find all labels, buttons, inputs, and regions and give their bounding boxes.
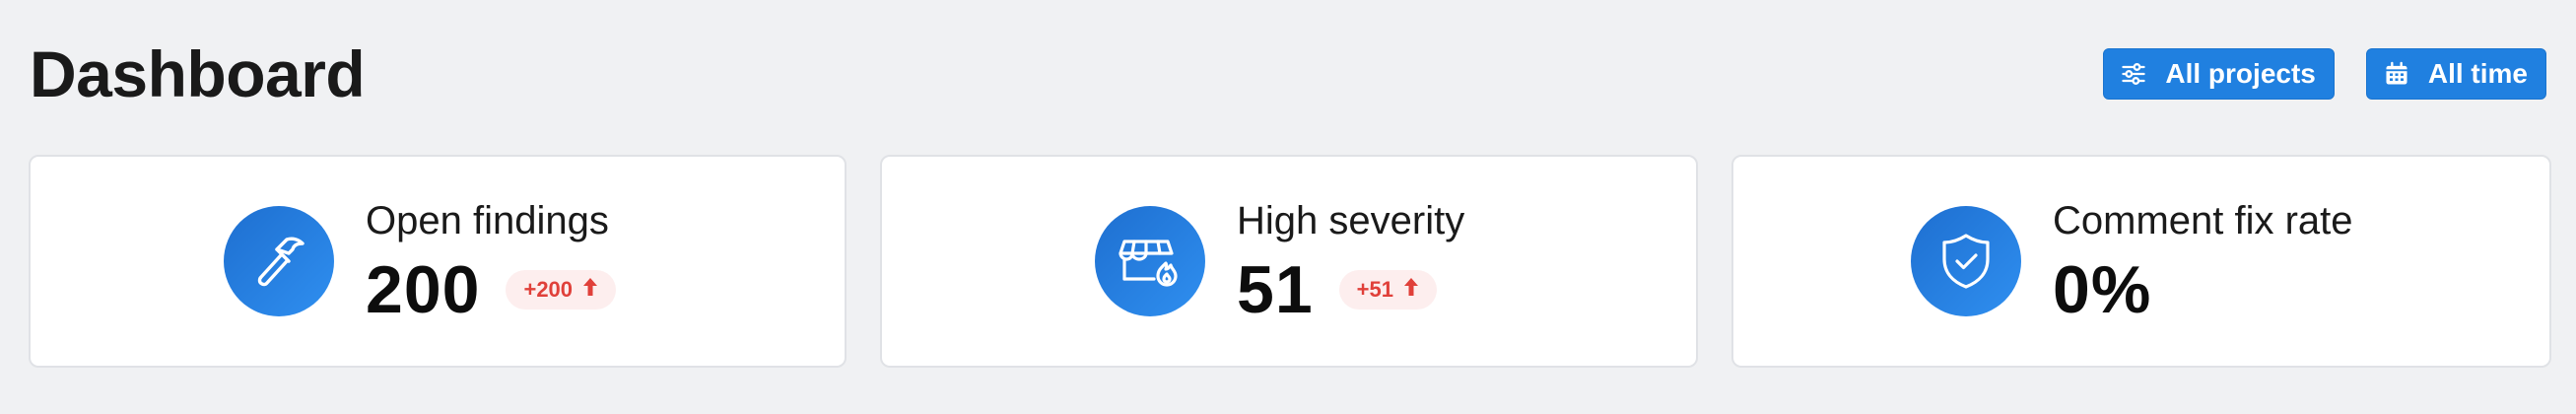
storefront-fire-icon xyxy=(1095,206,1205,316)
metric: High severity 51 +51 xyxy=(1237,199,1464,323)
arrow-up-icon xyxy=(1403,277,1419,303)
metric-value: 51 xyxy=(1237,252,1314,327)
high-severity-card[interactable]: High severity 51 +51 xyxy=(880,155,1698,368)
card-content: High severity 51 +51 xyxy=(1095,157,1464,366)
metric: Open findings 200 +200 xyxy=(366,199,617,327)
comment-fix-rate-card[interactable]: Comment fix rate 0% xyxy=(1731,155,2551,368)
metric-value: 0% xyxy=(2053,252,2152,327)
metric-value: 200 xyxy=(366,252,481,327)
metric-cards: Open findings 200 +200 High severity 51 … xyxy=(29,155,2551,368)
all-projects-button[interactable]: All projects xyxy=(2103,48,2335,100)
metric-label: Comment fix rate xyxy=(2053,199,2353,242)
metric-row: 51 +51 xyxy=(1237,256,1464,323)
hammer-icon xyxy=(224,206,334,316)
header-actions: All projects All time xyxy=(2103,48,2546,100)
metric-row: 200 +200 xyxy=(366,252,617,327)
delta-badge: +200 xyxy=(506,270,617,310)
card-content: Comment fix rate 0% xyxy=(1911,157,2353,366)
all-time-label: All time xyxy=(2427,58,2528,89)
all-time-button[interactable]: All time xyxy=(2365,48,2546,100)
all-projects-label: All projects xyxy=(2165,58,2316,89)
metric: Comment fix rate 0% xyxy=(2053,199,2353,323)
delta-value: +200 xyxy=(523,277,574,302)
shield-check-icon xyxy=(1911,206,2021,316)
delta-badge: +51 xyxy=(1338,270,1437,310)
metric-label: High severity xyxy=(1237,199,1465,242)
arrow-up-icon xyxy=(582,277,598,303)
delta-value: +51 xyxy=(1356,277,1393,302)
dashboard-page: Dashboard All projects All time Open fin… xyxy=(0,0,2576,414)
metric-label: Open findings xyxy=(366,199,609,242)
metric-row: 0% xyxy=(2053,256,2353,323)
sliders-icon xyxy=(2120,60,2147,88)
open-findings-card[interactable]: Open findings 200 +200 xyxy=(29,155,847,368)
card-content: Open findings 200 +200 xyxy=(224,157,617,366)
header: Dashboard All projects All time xyxy=(30,30,2546,118)
page-title: Dashboard xyxy=(30,37,366,110)
calendar-icon xyxy=(2383,60,2410,88)
